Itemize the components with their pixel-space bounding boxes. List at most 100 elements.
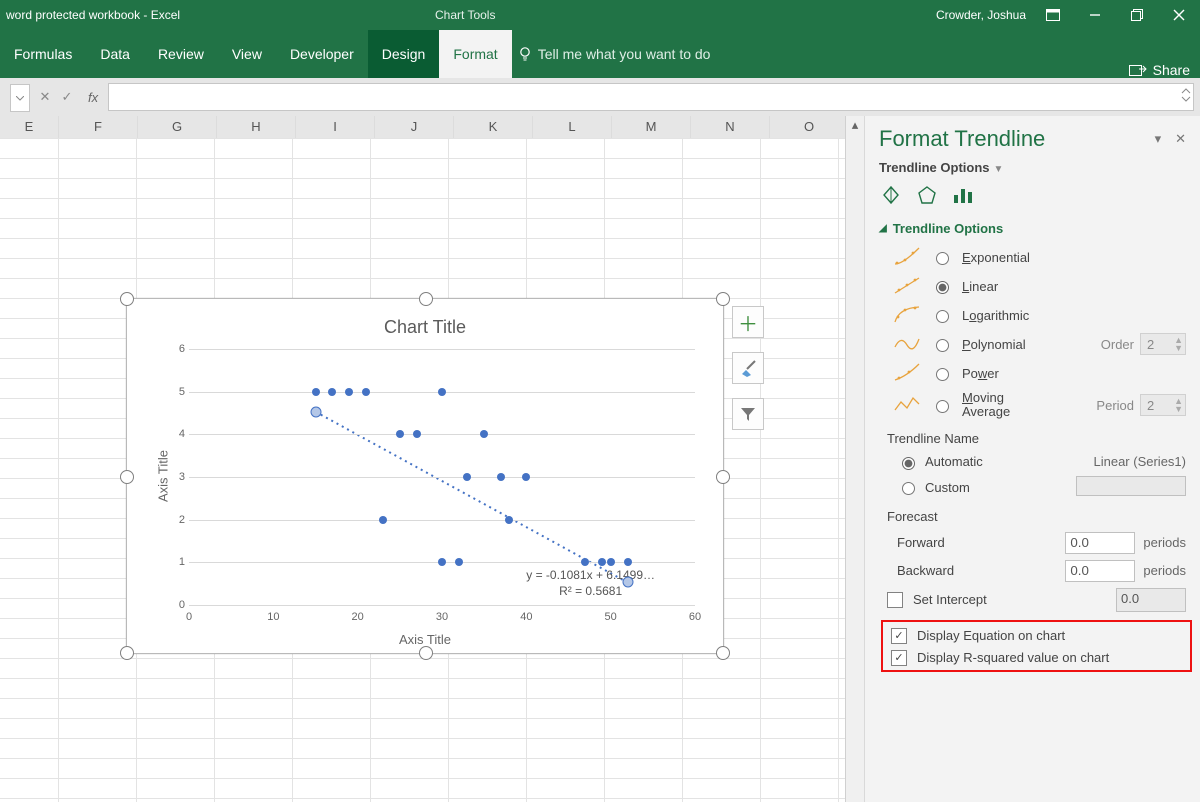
- tab-developer[interactable]: Developer: [276, 30, 368, 78]
- col-header[interactable]: I: [296, 116, 375, 138]
- chart-filters-button[interactable]: [732, 398, 764, 430]
- display-r2-row[interactable]: ✓ Display R-squared value on chartDispla…: [883, 646, 1190, 668]
- option-name-custom[interactable]: CustomCustom: [865, 472, 1200, 501]
- data-point[interactable]: [522, 473, 530, 481]
- col-header[interactable]: M: [612, 116, 691, 138]
- data-point[interactable]: [497, 473, 505, 481]
- trendline-equation-label[interactable]: y = -0.1081x + 6.1499… R² = 0.5681: [526, 567, 655, 599]
- tab-design[interactable]: Design: [368, 30, 440, 78]
- option-polynomial[interactable]: PolynomialPolynomial Order 2▲▼: [865, 329, 1200, 358]
- data-point[interactable]: [413, 430, 421, 438]
- pane-close-icon[interactable]: ✕: [1175, 131, 1186, 147]
- order-stepper: 2▲▼: [1140, 333, 1186, 355]
- vertical-scrollbar[interactable]: ▴: [845, 116, 864, 802]
- option-linear[interactable]: LinearLinear: [865, 271, 1200, 300]
- x-axis-title[interactable]: Axis Title: [127, 632, 723, 647]
- data-point[interactable]: [505, 516, 513, 524]
- share-button[interactable]: Share: [1129, 62, 1200, 78]
- option-logarithmic[interactable]: LogarithmicLogarithmic: [865, 300, 1200, 329]
- name-box[interactable]: [0, 84, 10, 110]
- resize-handle[interactable]: [716, 292, 730, 306]
- column-headers: E F G H I J K L M N O: [0, 116, 845, 139]
- col-header[interactable]: L: [533, 116, 612, 138]
- option-exponential[interactable]: EExponentialxponential: [865, 242, 1200, 271]
- embedded-chart[interactable]: Chart Title Axis Title Axis Title y = -0…: [126, 298, 724, 654]
- trendline-endpoint[interactable]: [622, 577, 633, 588]
- resize-handle[interactable]: [120, 470, 134, 484]
- data-point[interactable]: [379, 516, 387, 524]
- resize-handle[interactable]: [120, 646, 134, 660]
- resize-handle[interactable]: [716, 646, 730, 660]
- col-header[interactable]: E: [0, 116, 59, 138]
- resize-handle[interactable]: [716, 470, 730, 484]
- display-equation-checkbox[interactable]: ✓: [891, 628, 907, 644]
- data-point[interactable]: [438, 388, 446, 396]
- forward-input[interactable]: [1065, 532, 1135, 554]
- paintbrush-icon: [739, 359, 757, 377]
- col-header[interactable]: K: [454, 116, 533, 138]
- col-header[interactable]: O: [770, 116, 845, 138]
- trendline-endpoint[interactable]: [310, 406, 321, 417]
- expand-formula-bar-icon[interactable]: [1181, 88, 1191, 105]
- data-point[interactable]: [362, 388, 370, 396]
- trendline-options-tab-icon[interactable]: [951, 183, 975, 207]
- tab-view[interactable]: View: [218, 30, 276, 78]
- col-header[interactable]: N: [691, 116, 770, 138]
- resize-handle[interactable]: [120, 292, 134, 306]
- ribbon-display-options-icon[interactable]: [1032, 0, 1074, 30]
- data-point[interactable]: [396, 430, 404, 438]
- option-power[interactable]: PowerPower: [865, 358, 1200, 387]
- chart-styles-button[interactable]: [732, 352, 764, 384]
- col-header[interactable]: H: [217, 116, 296, 138]
- option-name-automatic[interactable]: AutomaticAutomatic Linear (Series1): [865, 450, 1200, 472]
- data-point[interactable]: [328, 388, 336, 396]
- data-point[interactable]: [463, 473, 471, 481]
- set-intercept-checkbox[interactable]: [887, 592, 903, 608]
- col-header[interactable]: J: [375, 116, 454, 138]
- data-point[interactable]: [438, 558, 446, 566]
- tab-review[interactable]: Review: [144, 30, 218, 78]
- tell-me[interactable]: Tell me what you want to do: [512, 30, 717, 78]
- set-intercept-row[interactable]: Set InterceptSet Intercept 0.0: [865, 584, 1200, 614]
- display-r2-checkbox[interactable]: ✓: [891, 650, 907, 666]
- worksheet-grid[interactable]: E F G H I J K L M N O ＋: [0, 116, 845, 802]
- col-header[interactable]: G: [138, 116, 217, 138]
- close-button[interactable]: [1158, 0, 1200, 30]
- tab-formulas[interactable]: Formulas: [0, 30, 86, 78]
- scroll-up-icon[interactable]: ▴: [846, 116, 864, 134]
- data-point[interactable]: [581, 558, 589, 566]
- data-point[interactable]: [624, 558, 632, 566]
- plot-area[interactable]: y = -0.1081x + 6.1499… R² = 0.5681 01234…: [189, 349, 695, 605]
- data-point[interactable]: [607, 558, 615, 566]
- col-header[interactable]: F: [59, 116, 138, 138]
- name-box-dropdown[interactable]: [10, 84, 30, 112]
- chart-elements-button[interactable]: ＋: [732, 306, 764, 338]
- section-trendline-options[interactable]: ◢ Trendline Options: [865, 217, 1200, 242]
- data-point[interactable]: [345, 388, 353, 396]
- fill-line-tab-icon[interactable]: [879, 183, 903, 207]
- data-point[interactable]: [455, 558, 463, 566]
- pane-subtitle[interactable]: Trendline Options▼: [865, 158, 1200, 183]
- data-point[interactable]: [312, 388, 320, 396]
- data-point[interactable]: [598, 558, 606, 566]
- resize-handle[interactable]: [419, 646, 433, 660]
- pane-menu-icon[interactable]: ▾: [1155, 131, 1162, 147]
- enter-formula-icon[interactable]: ✓: [56, 89, 78, 105]
- fx-label[interactable]: fx: [78, 90, 102, 105]
- display-equation-row[interactable]: ✓ Display Equation on chartDisplay Equat…: [883, 624, 1190, 646]
- restore-button[interactable]: [1116, 0, 1158, 30]
- formula-input[interactable]: [108, 83, 1194, 111]
- option-moving-average[interactable]: MovingAverageMovingAverage Period 2▲▼: [865, 387, 1200, 423]
- minimize-button[interactable]: [1074, 0, 1116, 30]
- tab-format[interactable]: Format: [439, 30, 511, 78]
- data-point[interactable]: [480, 430, 488, 438]
- resize-handle[interactable]: [419, 292, 433, 306]
- tab-data[interactable]: Data: [86, 30, 144, 78]
- custom-name-input[interactable]: [1076, 476, 1186, 496]
- r2-text: R² = 0.5681: [526, 583, 655, 599]
- backward-input[interactable]: [1065, 560, 1135, 582]
- order-label: Order: [1101, 337, 1134, 352]
- signed-in-user[interactable]: Crowder, Joshua: [936, 8, 1032, 22]
- cancel-formula-icon[interactable]: ✕: [34, 89, 56, 105]
- effects-tab-icon[interactable]: [915, 183, 939, 207]
